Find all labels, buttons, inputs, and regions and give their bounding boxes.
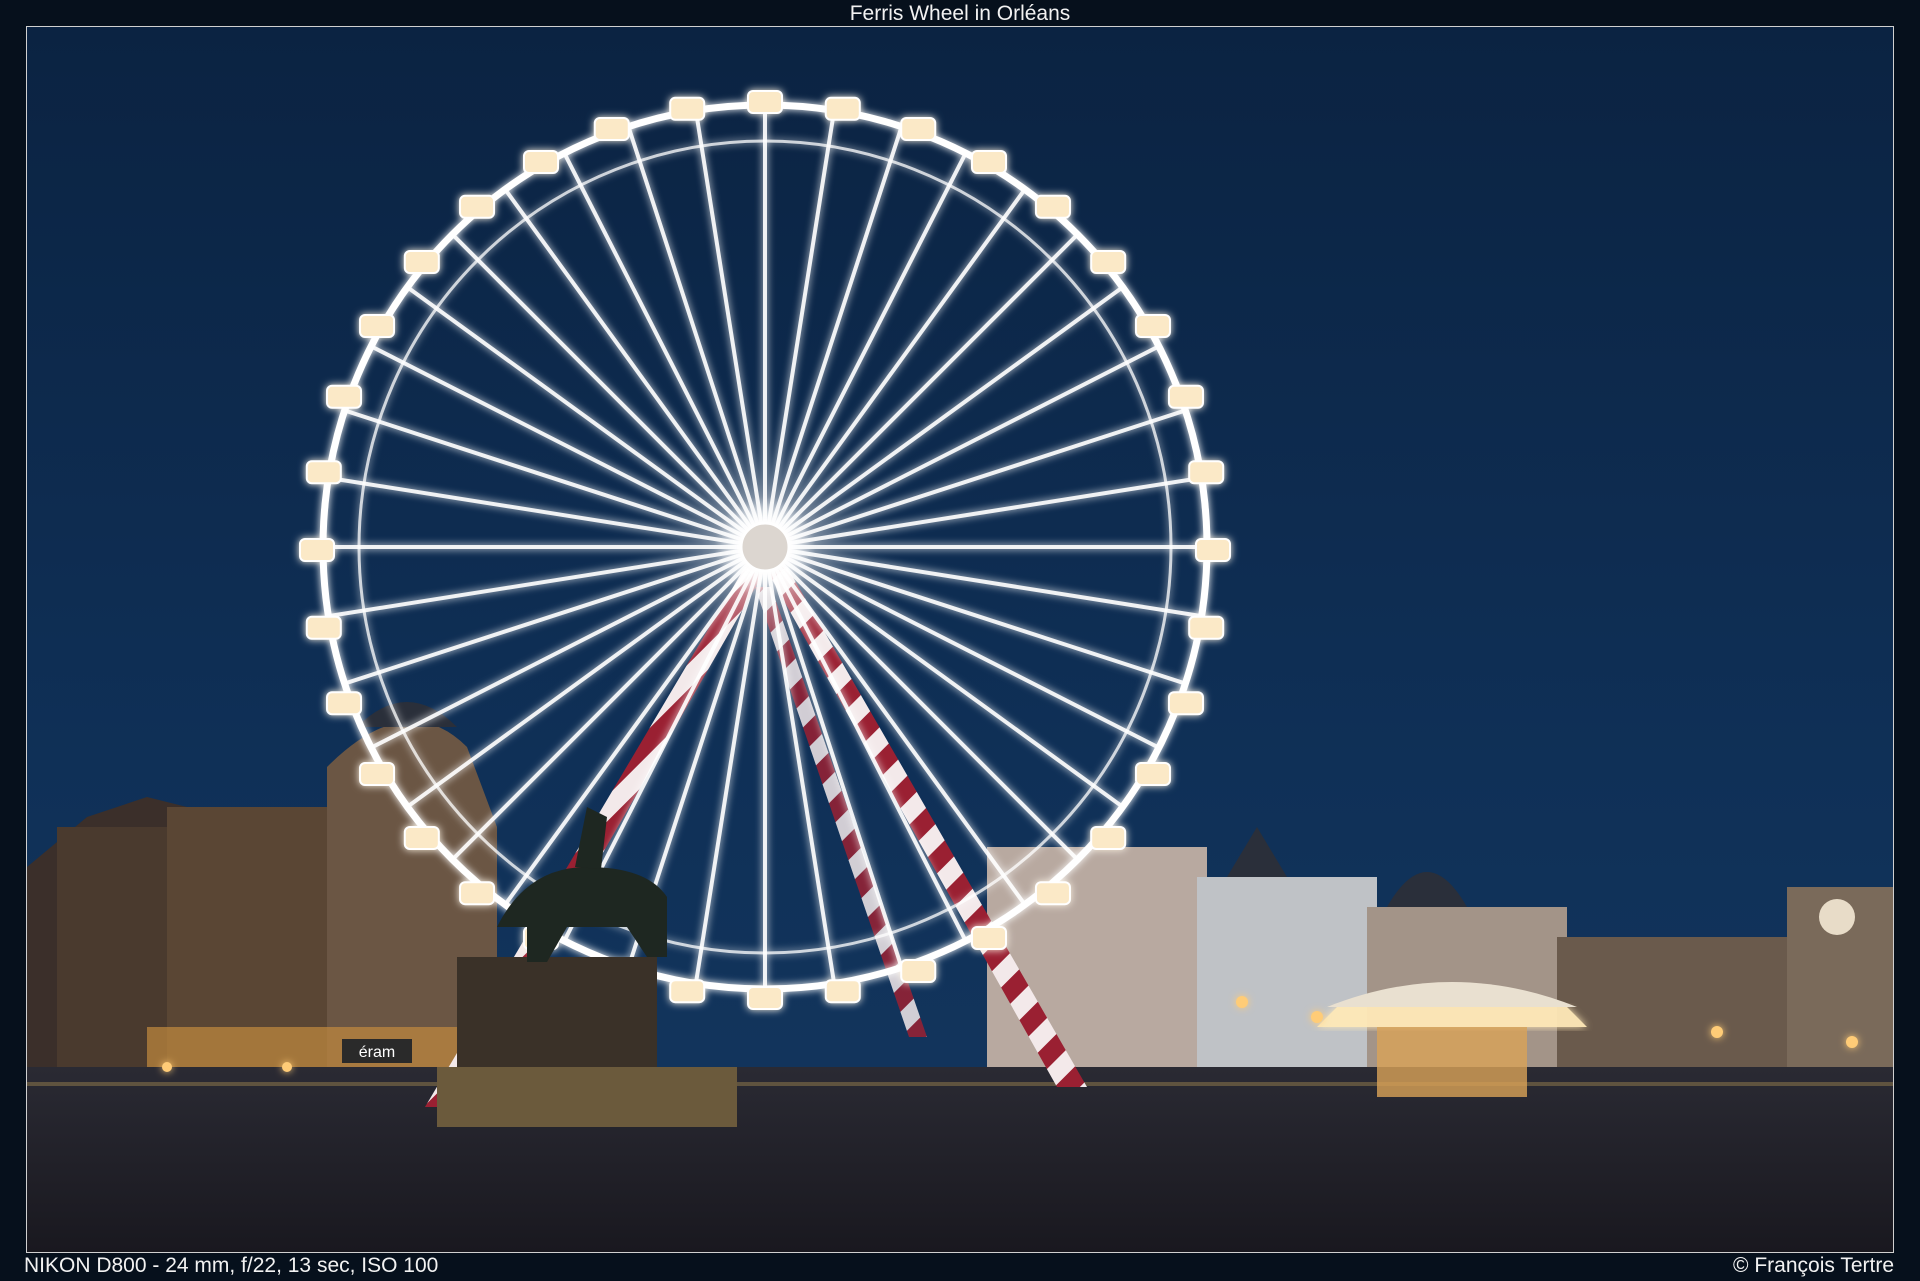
gondola	[824, 979, 861, 1004]
gondola	[403, 825, 440, 850]
exif-info: NIKON D800 - 24 mm, f/22, 13 sec, ISO 10…	[24, 1254, 439, 1277]
gondola	[1034, 881, 1071, 906]
gondola	[1188, 615, 1225, 640]
gondola	[459, 881, 496, 906]
gondola	[1090, 825, 1127, 850]
photo-footer: NIKON D800 - 24 mm, f/22, 13 sec, ISO 10…	[24, 1253, 1894, 1279]
photo-frame: éram	[26, 26, 1894, 1253]
gondola	[305, 615, 342, 640]
gondola	[305, 460, 342, 485]
shop-sign-text: éram	[359, 1044, 395, 1061]
gondola	[1134, 762, 1171, 786]
photo-caption: Ferris Wheel in Orléans	[0, 0, 1920, 26]
gondola	[593, 117, 630, 142]
gondola	[459, 194, 496, 219]
wheel-hub	[739, 521, 791, 573]
gondola	[326, 384, 363, 409]
gondola	[1167, 691, 1204, 716]
gondola	[1195, 538, 1231, 562]
gondola	[359, 314, 396, 338]
gondola	[326, 691, 363, 716]
photo-credit: © François Tertre	[1733, 1254, 1894, 1277]
photo-title: Ferris Wheel in Orléans	[849, 2, 1071, 25]
gondola	[1090, 250, 1127, 275]
photo-scene: éram	[27, 27, 1893, 1252]
gondola	[669, 96, 706, 121]
gondola	[1188, 460, 1225, 485]
gondola	[299, 538, 335, 562]
gondola	[900, 958, 937, 983]
gondola	[1034, 194, 1071, 219]
gondola	[747, 986, 783, 1010]
gondola	[971, 150, 1007, 175]
gondola	[523, 150, 559, 175]
gondola	[824, 96, 861, 121]
gondola	[669, 979, 706, 1004]
gondola	[747, 90, 783, 114]
gondola	[403, 250, 440, 275]
gondola	[1134, 314, 1171, 338]
city-square	[27, 1067, 1893, 1252]
gondola	[359, 762, 396, 786]
gondola	[971, 925, 1007, 950]
gondola	[900, 117, 937, 142]
gondola	[1167, 384, 1204, 409]
